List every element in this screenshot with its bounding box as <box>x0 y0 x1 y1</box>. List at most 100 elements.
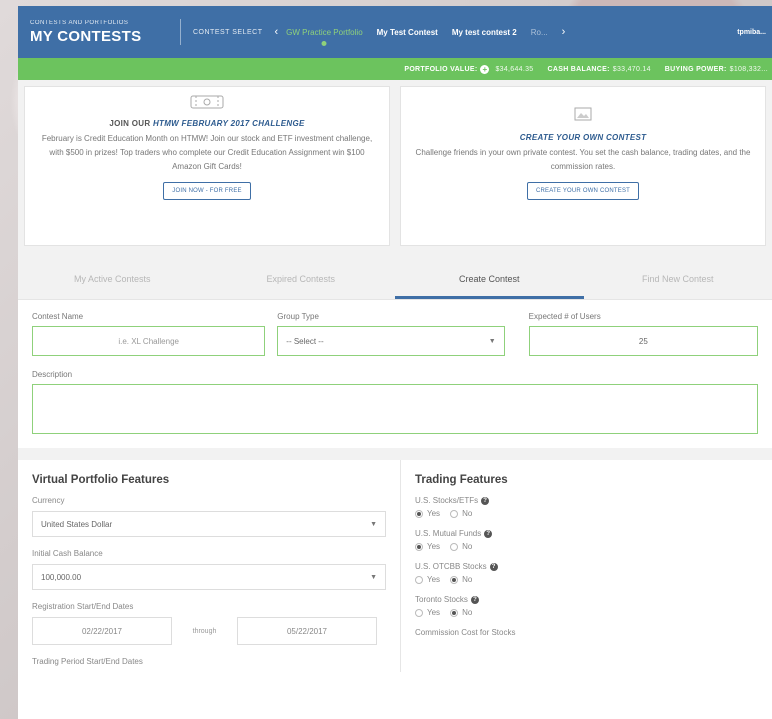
help-icon[interactable]: ? <box>481 496 490 505</box>
us-otcbb-yes[interactable]: Yes <box>415 575 440 584</box>
buying-power-amount: $108,332... <box>729 65 768 73</box>
caret-down-icon: ▼ <box>370 573 377 581</box>
image-icon <box>574 107 592 127</box>
promo-challenge: JOIN OUR HTMW FEBRUARY 2017 CHALLENGE Fe… <box>24 86 390 246</box>
trading-features: Trading Features U.S. Stocks/ETFs ? Yes … <box>401 460 772 672</box>
brand-subtitle: CONTESTS AND PORTFOLIOS <box>30 19 129 26</box>
contest-form: Contest Name i.e. XL Challenge Group Typ… <box>18 300 772 434</box>
radio-selected-icon <box>415 509 423 518</box>
us-mutual-funds-label: U.S. Mutual Funds ? <box>415 529 760 538</box>
promo-area: JOIN OUR HTMW FEBRUARY 2017 CHALLENGE Fe… <box>18 80 772 254</box>
toronto-stocks-label: Toronto Stocks ? <box>415 595 760 604</box>
tab-active-contests[interactable]: My Active Contests <box>18 274 207 299</box>
radio-selected-icon <box>450 575 459 584</box>
promo-title-prefix: JOIN OUR <box>109 119 151 128</box>
promo-create-body: Challenge friends in your own private co… <box>415 148 751 171</box>
toronto-stocks-no[interactable]: No <box>450 608 472 617</box>
user-menu[interactable]: tpmiba... <box>737 29 766 36</box>
promo-create-title: CREATE YOUR OWN CONTEST <box>519 133 647 142</box>
us-stocks-text: U.S. Stocks/ETFs <box>415 496 479 505</box>
registration-dates: 02/22/2017 through 05/22/2017 <box>32 617 386 645</box>
us-mutual-funds-text: U.S. Mutual Funds <box>415 529 482 538</box>
contest-tab-test[interactable]: My Test Contest <box>377 28 438 37</box>
currency-select[interactable]: United States Dollar ▼ <box>32 511 386 537</box>
expected-users-input[interactable]: 25 <box>528 326 758 356</box>
virtual-portfolio-features: Virtual Portfolio Features Currency Unit… <box>18 460 401 672</box>
radio-label: Yes <box>427 608 441 617</box>
contest-tab-practice[interactable]: GW Practice Portfolio <box>286 28 362 37</box>
us-mutual-funds-no[interactable]: No <box>450 542 472 551</box>
contest-tab-more[interactable]: Ro... <box>531 28 548 37</box>
contest-tab-test-2[interactable]: My test contest 2 <box>452 28 517 37</box>
chevron-left-icon[interactable]: ‹ <box>275 26 279 38</box>
brand: CONTESTS AND PORTFOLIOS MY CONTESTS <box>30 20 180 45</box>
us-stocks-yes[interactable]: Yes <box>415 509 440 518</box>
group-type-value: -- Select -- <box>286 336 324 346</box>
radio-selected-icon <box>415 542 423 551</box>
create-contest-button[interactable]: CREATE YOUR OWN CONTEST <box>526 182 640 200</box>
registration-end-input[interactable]: 05/22/2017 <box>237 617 377 645</box>
us-stocks-label: U.S. Stocks/ETFs ? <box>415 496 760 505</box>
us-stocks-radios: Yes No <box>415 509 760 518</box>
cash-balance-label: CASH BALANCE: <box>547 65 610 73</box>
help-icon[interactable]: ? <box>470 595 479 604</box>
cash-balance-amount: $33,470.14 <box>612 65 651 73</box>
us-mutual-funds-radios: Yes No <box>415 542 760 551</box>
promo-title-emph: HTMW FEBRUARY 2017 CHALLENGE <box>152 119 305 128</box>
us-stocks-no[interactable]: No <box>450 509 472 518</box>
radio-icon <box>450 509 459 518</box>
radio-label: Yes <box>427 542 441 551</box>
description-label: Description <box>32 370 73 379</box>
help-icon[interactable]: ? <box>489 562 498 571</box>
initial-cash-select[interactable]: 100,000.00 ▼ <box>32 564 386 590</box>
contest-select-label: CONTEST SELECT <box>193 28 263 36</box>
registration-dates-label: Registration Start/End Dates <box>32 602 134 611</box>
through-label: through <box>192 627 217 635</box>
buying-power: BUYING POWER: $108,332... <box>665 66 768 73</box>
initial-cash-label: Initial Cash Balance <box>32 549 103 558</box>
us-otcbb-no[interactable]: No <box>450 575 472 584</box>
description-textarea[interactable] <box>32 384 758 434</box>
toronto-stocks-yes[interactable]: Yes <box>415 608 440 617</box>
tab-create-contest[interactable]: Create Contest <box>395 274 584 299</box>
tab-expired-contests[interactable]: Expired Contests <box>207 274 396 299</box>
portfolio-value-label: PORTFOLIO VALUE: <box>404 65 478 73</box>
section-separator <box>18 448 772 460</box>
portfolio-value: PORTFOLIO VALUE: + $34,644.35 <box>404 64 533 74</box>
caret-down-icon: ▼ <box>370 520 377 528</box>
us-mutual-funds-yes[interactable]: Yes <box>415 542 440 551</box>
ticket-icon <box>190 93 224 113</box>
group-type-select[interactable]: -- Select -- ▼ <box>277 326 505 356</box>
help-icon[interactable]: ? <box>484 529 493 538</box>
divider <box>180 19 181 45</box>
radio-label: Yes <box>427 575 441 584</box>
virtual-portfolio-title: Virtual Portfolio Features <box>32 474 170 486</box>
currency-label: Currency <box>32 496 65 505</box>
radio-selected-icon <box>450 608 459 617</box>
registration-start-input[interactable]: 02/22/2017 <box>32 617 172 645</box>
promo-create-contest: CREATE YOUR OWN CONTEST Challenge friend… <box>400 86 766 246</box>
chevron-right-icon[interactable]: › <box>562 26 566 38</box>
plus-icon[interactable]: + <box>480 64 490 74</box>
radio-icon <box>415 608 423 617</box>
expected-users-label: Expected # of Users <box>528 312 601 321</box>
contest-tabs: My Active Contests Expired Contests Crea… <box>18 254 772 300</box>
features-area: Virtual Portfolio Features Currency Unit… <box>18 460 772 672</box>
radio-icon <box>450 542 459 551</box>
radio-icon <box>415 575 423 584</box>
app-window: CONTESTS AND PORTFOLIOS MY CONTESTS CONT… <box>18 6 772 719</box>
radio-label: No <box>462 509 473 518</box>
contest-name-input[interactable]: i.e. XL Challenge <box>32 326 266 356</box>
join-now-button[interactable]: JOIN NOW - FOR FREE <box>163 182 251 200</box>
tab-find-new-contest[interactable]: Find New Contest <box>584 274 772 299</box>
us-otcbb-label: U.S. OTCBB Stocks ? <box>415 562 760 571</box>
radio-label: No <box>462 542 473 551</box>
radio-label: Yes <box>427 509 441 518</box>
us-otcbb-radios: Yes No <box>415 575 760 584</box>
currency-value: United States Dollar <box>41 519 113 529</box>
cash-balance: CASH BALANCE: $33,470.14 <box>548 66 651 73</box>
expected-users-group: Expected # of Users 25 <box>528 312 758 356</box>
buying-power-label: BUYING POWER: <box>664 65 727 73</box>
us-otcbb-text: U.S. OTCBB Stocks <box>415 562 487 571</box>
group-type-group: Group Type -- Select -- ▼ <box>277 312 505 356</box>
